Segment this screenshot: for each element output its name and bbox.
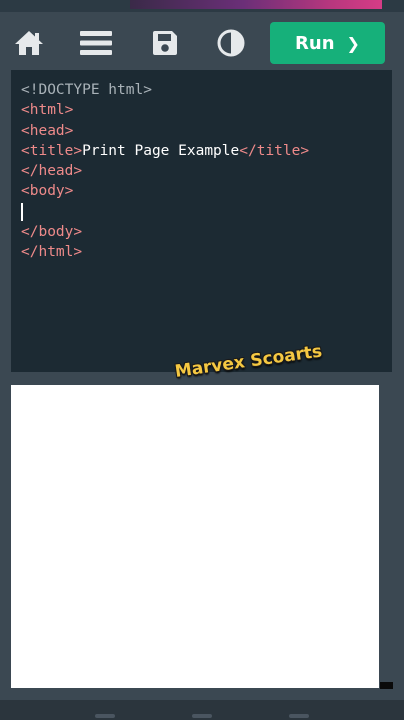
toolbar: Run ❯ <box>0 12 404 72</box>
code-line <box>21 202 392 222</box>
run-button[interactable]: Run ❯ <box>270 22 385 64</box>
code-tag: </title> <box>239 142 310 159</box>
system-bar <box>0 700 404 720</box>
nav-back-hint[interactable] <box>95 714 115 718</box>
code-tag: <body> <box>21 183 74 200</box>
nav-home-hint[interactable] <box>192 714 212 718</box>
scrollbar-thumb[interactable] <box>380 682 393 689</box>
code-line: </body> <box>21 222 392 242</box>
top-strip <box>0 0 404 12</box>
run-button-label: Run <box>295 32 335 54</box>
code-line: <!DOCTYPE html> <box>21 80 392 100</box>
save-icon[interactable] <box>149 28 181 58</box>
code-tag: <head> <box>21 122 74 139</box>
code-tag: </head> <box>21 163 83 180</box>
code-editor[interactable]: <!DOCTYPE html> <html> <head> <title>Print … <box>11 70 392 372</box>
output-preview <box>11 385 379 688</box>
code-line: <head> <box>21 121 392 141</box>
menu-icon[interactable] <box>80 28 112 58</box>
progress-gradient <box>130 0 382 9</box>
code-line: </head> <box>21 161 392 181</box>
contrast-icon[interactable] <box>215 28 247 58</box>
code-doctype: <!DOCTYPE html> <box>21 82 152 98</box>
code-tag: </html> <box>21 244 83 261</box>
code-tag: <title> <box>21 142 83 159</box>
code-line: <body> <box>21 181 392 201</box>
code-text: Print Page Example <box>82 142 240 159</box>
code-line: <html> <box>21 100 392 120</box>
code-tag: <html> <box>21 102 74 119</box>
chevron-right-icon: ❯ <box>346 33 360 53</box>
code-line: <title>Print Page Example</title> <box>21 141 392 161</box>
home-icon[interactable] <box>13 28 45 58</box>
code-tag: </body> <box>21 224 83 241</box>
text-cursor <box>21 202 23 221</box>
code-line: </html> <box>21 242 392 262</box>
nav-recent-hint[interactable] <box>289 714 309 718</box>
